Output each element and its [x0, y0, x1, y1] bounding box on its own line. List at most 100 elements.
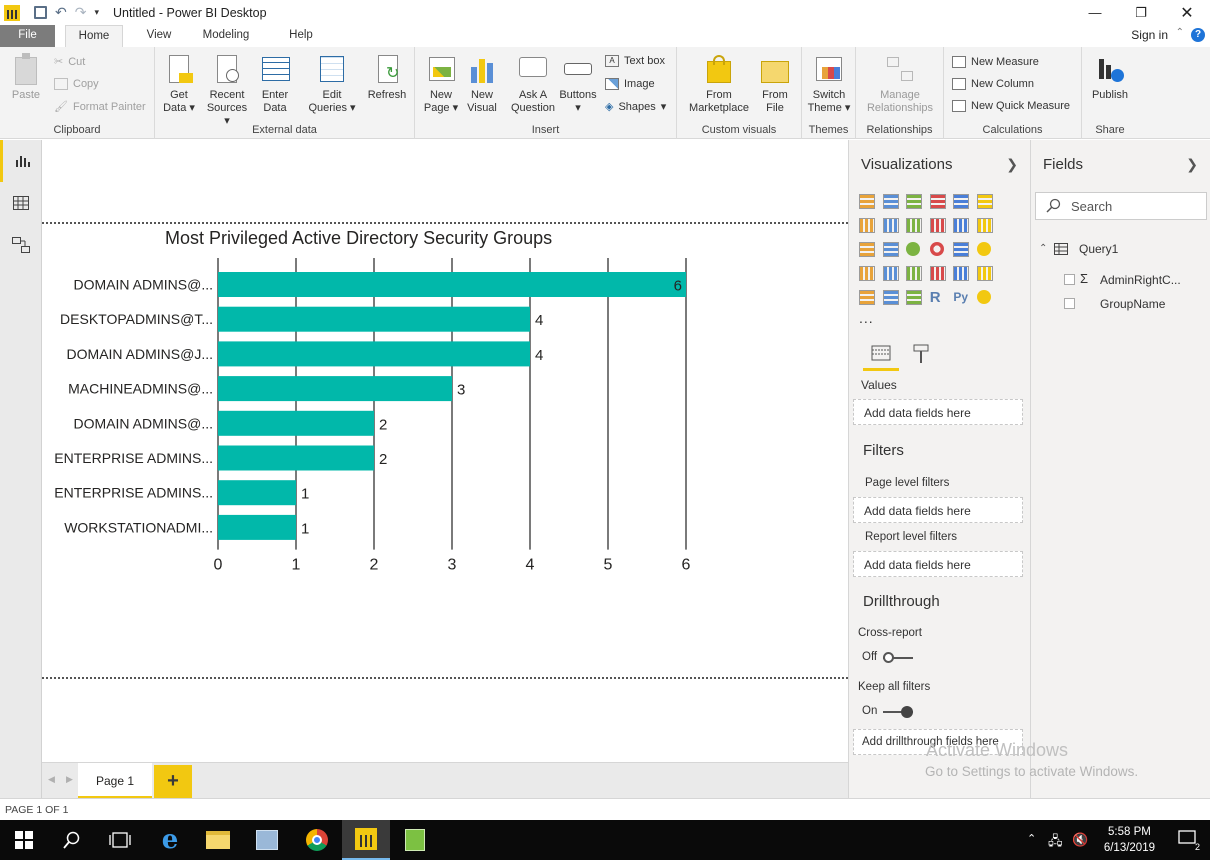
- waterfall-icon[interactable]: [859, 242, 875, 257]
- tab-help[interactable]: Help: [280, 25, 322, 47]
- python-visual-icon[interactable]: Py: [953, 290, 969, 305]
- collapse-ribbon-icon[interactable]: ⌃: [1176, 27, 1184, 38]
- refresh-button[interactable]: ↻ Refresh: [365, 53, 409, 102]
- bar[interactable]: [218, 480, 296, 506]
- funnel-icon[interactable]: [882, 266, 899, 281]
- bar-chart-visual[interactable]: 0 1 2 3 4 5 6 DOMAIN ADMINS@... 6 DESKTOPADMINS@T…: [42, 250, 848, 600]
- table-icon[interactable]: [882, 290, 899, 305]
- clustered-bar-icon[interactable]: [906, 194, 923, 209]
- new-visual-button[interactable]: New Visual: [465, 53, 499, 115]
- globe-icon[interactable]: [977, 290, 991, 304]
- 100-bar-icon[interactable]: [953, 194, 970, 209]
- ribbon-chart-icon[interactable]: [977, 218, 993, 233]
- copy-button[interactable]: Copy: [54, 78, 99, 90]
- multi-row-card-icon[interactable]: [953, 266, 970, 281]
- clustered-column-icon[interactable]: [929, 194, 946, 209]
- add-page-button[interactable]: +: [154, 765, 192, 799]
- minimize-button[interactable]: —: [1072, 0, 1118, 25]
- server-manager-button[interactable]: [243, 820, 291, 860]
- format-painter-button[interactable]: 🖌 Format Painter: [54, 100, 146, 114]
- bar[interactable]: [218, 445, 374, 471]
- stacked-area-icon[interactable]: [906, 218, 923, 233]
- maximize-button[interactable]: ❐: [1118, 0, 1164, 25]
- treemap-icon[interactable]: [953, 242, 970, 257]
- slicer-icon[interactable]: [859, 290, 875, 305]
- save-icon[interactable]: [34, 6, 47, 19]
- chrome-button[interactable]: [293, 820, 341, 860]
- action-center-button[interactable]: 2: [1178, 830, 1200, 852]
- shapes-button[interactable]: ◈ Shapes ▾: [605, 100, 666, 114]
- more-visuals-icon[interactable]: ...: [859, 310, 874, 326]
- fields-tab[interactable]: [863, 343, 899, 371]
- search-button[interactable]: [48, 820, 96, 860]
- network-icon[interactable]: 🖧: [1048, 832, 1063, 854]
- expand-chevron-icon[interactable]: ⌃: [1039, 243, 1047, 254]
- model-view-button[interactable]: [0, 224, 42, 266]
- task-view-button[interactable]: [96, 820, 144, 860]
- field-groupname[interactable]: GroupName: [1100, 297, 1165, 311]
- new-column-button[interactable]: New Column: [952, 78, 1034, 90]
- format-tab[interactable]: [911, 343, 937, 369]
- tray-chevron-icon[interactable]: ⌃: [1027, 832, 1036, 845]
- text-box-button[interactable]: A Text box: [605, 55, 665, 67]
- new-quick-measure-button[interactable]: New Quick Measure: [952, 100, 1070, 112]
- manage-relationships-button[interactable]: Manage Relationships: [862, 53, 938, 115]
- get-data-button[interactable]: Get Data ▾: [161, 53, 197, 115]
- matrix-icon[interactable]: [906, 290, 923, 305]
- area-chart-icon[interactable]: [882, 218, 899, 233]
- page-level-filters-well[interactable]: Add data fields here: [853, 497, 1023, 523]
- report-canvas[interactable]: Most Privileged Active Directory Securit…: [42, 140, 848, 762]
- 100-column-icon[interactable]: [977, 194, 993, 209]
- table-query1[interactable]: Query1: [1079, 242, 1118, 256]
- page-tab-1[interactable]: Page 1: [78, 763, 152, 799]
- start-button[interactable]: [0, 820, 48, 860]
- customize-toolbar-icon[interactable]: ▾: [94, 7, 99, 18]
- buttons-button[interactable]: Buttons ▾: [557, 53, 599, 115]
- sign-in-link[interactable]: Sign in: [1131, 25, 1168, 46]
- r-visual-icon[interactable]: R: [930, 290, 946, 305]
- pie-chart-icon[interactable]: [906, 242, 921, 256]
- powerbi-taskbar-button[interactable]: [342, 820, 390, 860]
- publish-button[interactable]: Publish: [1086, 53, 1134, 102]
- scatter-icon[interactable]: [882, 242, 899, 257]
- chevron-right-icon[interactable]: ❯: [1186, 156, 1198, 173]
- kpi-icon[interactable]: [977, 266, 993, 281]
- data-view-button[interactable]: [0, 182, 42, 224]
- bar[interactable]: [218, 410, 374, 436]
- image-button[interactable]: Image: [605, 78, 655, 90]
- switch-theme-button[interactable]: Switch Theme ▾: [806, 53, 852, 115]
- ask-question-button[interactable]: Ask A Question: [509, 53, 557, 115]
- bar[interactable]: [218, 376, 452, 402]
- enter-data-button[interactable]: Enter Data: [257, 53, 293, 115]
- report-level-filters-well[interactable]: Add data fields here: [853, 551, 1023, 577]
- bar[interactable]: [218, 341, 530, 367]
- new-measure-button[interactable]: New Measure: [952, 56, 1039, 68]
- chevron-right-icon[interactable]: ❯: [1006, 156, 1018, 173]
- new-page-button[interactable]: New Page ▾: [421, 53, 461, 115]
- cut-button[interactable]: ✂ Cut: [54, 55, 85, 69]
- volume-muted-icon[interactable]: 🔇: [1072, 832, 1088, 848]
- field-checkbox[interactable]: [1064, 298, 1075, 309]
- tab-file[interactable]: File: [0, 25, 55, 47]
- file-explorer-button[interactable]: [194, 820, 242, 860]
- stacked-column-icon[interactable]: [882, 194, 899, 209]
- field-checkbox[interactable]: [1064, 274, 1075, 285]
- internet-explorer-button[interactable]: e: [146, 820, 194, 860]
- tab-home[interactable]: Home: [65, 25, 123, 47]
- line-column-2-icon[interactable]: [953, 218, 970, 233]
- bar[interactable]: [218, 272, 686, 297]
- recent-sources-button[interactable]: Recent Sources ▾: [205, 53, 249, 128]
- bar[interactable]: [218, 306, 530, 332]
- card-icon[interactable]: [929, 266, 946, 281]
- bar[interactable]: [218, 514, 296, 540]
- redo-icon[interactable]: ↷: [75, 4, 87, 21]
- values-well[interactable]: Add data fields here: [853, 399, 1023, 425]
- next-page-icon[interactable]: ▶: [66, 774, 73, 785]
- field-adminrightcount[interactable]: AdminRightC...: [1100, 273, 1181, 287]
- filled-map-icon[interactable]: [859, 266, 875, 281]
- report-view-button[interactable]: [0, 140, 42, 182]
- gauge-icon[interactable]: [906, 266, 923, 281]
- from-marketplace-button[interactable]: From Marketplace: [683, 53, 755, 115]
- close-button[interactable]: ✕: [1164, 0, 1210, 25]
- from-file-button[interactable]: From File: [757, 53, 793, 115]
